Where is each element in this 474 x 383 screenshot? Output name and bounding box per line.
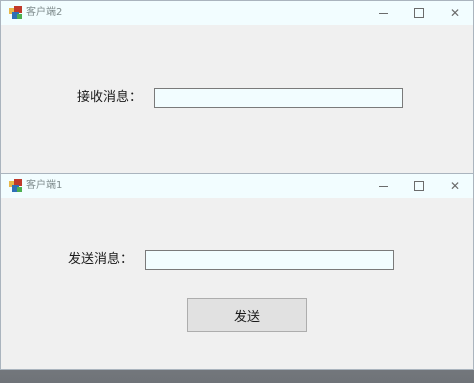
close-icon: ✕ [449, 179, 461, 193]
client2-window: 客户端2 ✕ 接收消息： [0, 0, 474, 178]
minimize-icon [378, 12, 388, 14]
minimize-button[interactable] [365, 174, 401, 198]
close-button[interactable]: ✕ [437, 1, 473, 25]
receive-message-input[interactable] [154, 88, 403, 108]
minimize-icon [378, 185, 388, 187]
close-button[interactable]: ✕ [437, 174, 473, 198]
minimize-button[interactable] [365, 1, 401, 25]
maximize-button[interactable] [401, 174, 437, 198]
app-icon [9, 179, 22, 192]
maximize-icon [414, 181, 424, 191]
maximize-icon [414, 8, 424, 18]
client1-title: 客户端1 [26, 180, 63, 191]
send-message-input[interactable] [145, 250, 394, 270]
close-icon: ✕ [449, 6, 461, 20]
receive-label: 接收消息： [77, 90, 143, 105]
client1-titlebar[interactable]: 客户端1 ✕ [1, 174, 473, 198]
client2-title: 客户端2 [26, 7, 63, 18]
app-icon [9, 6, 22, 19]
send-label: 发送消息： [68, 252, 134, 267]
client2-titlebar[interactable]: 客户端2 ✕ [1, 1, 473, 25]
maximize-button[interactable] [401, 1, 437, 25]
client1-window: 客户端1 ✕ 发送消息： 发送 [0, 173, 474, 370]
send-button[interactable]: 发送 [187, 298, 307, 332]
